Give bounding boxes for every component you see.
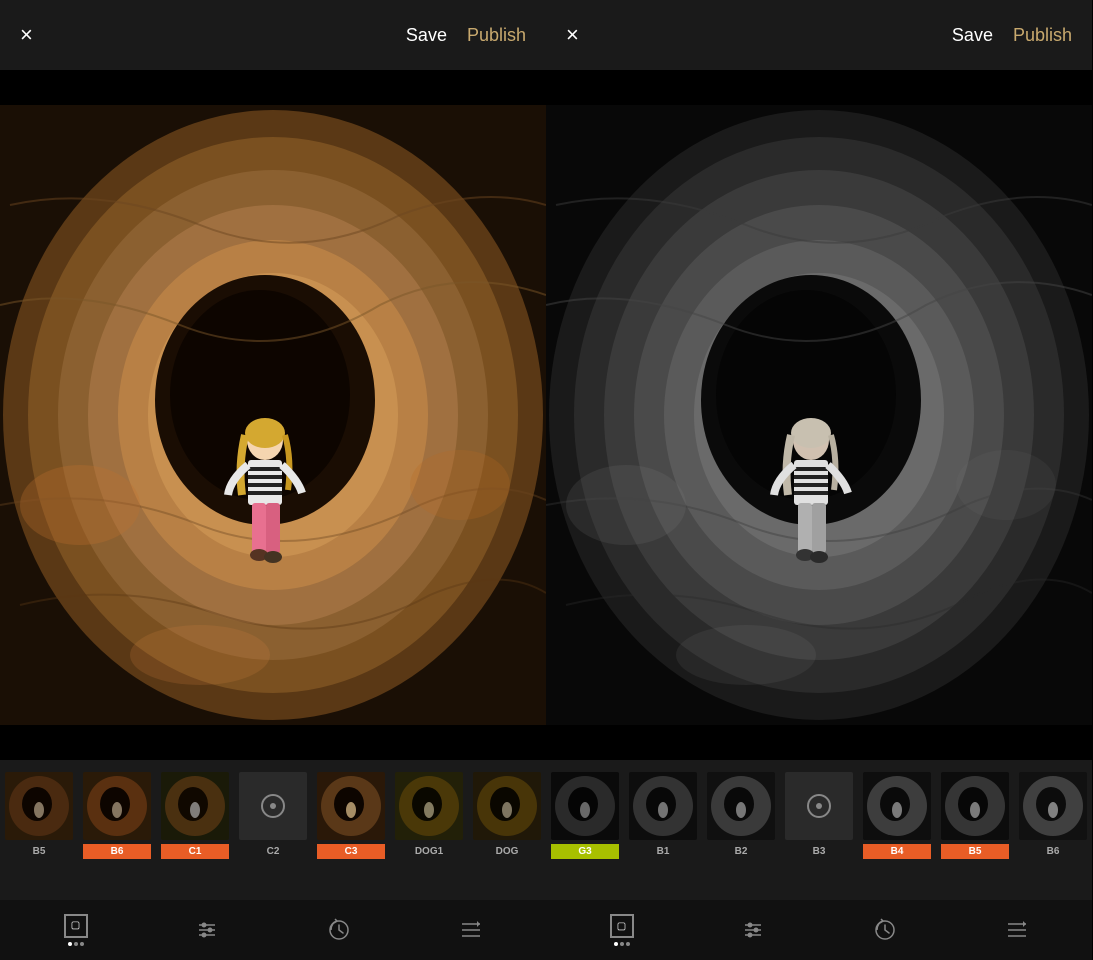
filter-item-B5-right[interactable]: B5	[936, 772, 1014, 859]
filter-thumb-B3-right	[785, 772, 853, 840]
filter-thumb-B6-right	[1019, 772, 1087, 840]
filter-thumb-DOG2-left	[473, 772, 541, 840]
photos-icon-right: ▢	[610, 914, 634, 938]
dot-2-left	[74, 942, 78, 946]
selector-circle-icon	[261, 794, 285, 818]
dot-1-right	[614, 942, 618, 946]
left-publish-button[interactable]: Publish	[467, 25, 526, 46]
left-filter-scroll[interactable]: B5 B6 C1	[0, 760, 546, 870]
right-publish-button[interactable]: Publish	[1013, 25, 1072, 46]
right-bottom-toolbar: ▢	[546, 900, 1092, 960]
right-filter-scroll[interactable]: G3 B1 B2	[546, 760, 1092, 870]
filter-label-B1-right: B1	[629, 844, 697, 859]
selector-circle-icon-right	[807, 794, 831, 818]
right-header: × Save Publish	[546, 0, 1092, 70]
right-adjust-button[interactable]	[741, 918, 765, 942]
filter-label-B2-right: B2	[707, 844, 775, 859]
left-header: × Save Publish	[0, 0, 546, 70]
left-header-actions: Save Publish	[406, 25, 526, 46]
dot-3-right	[626, 942, 630, 946]
filter-thumb-B4-right	[863, 772, 931, 840]
right-close-button[interactable]: ×	[566, 24, 579, 46]
filter-item-B4-right[interactable]: B4	[858, 772, 936, 859]
presets-icon-right	[1005, 918, 1029, 942]
filter-thumb-B5-right	[941, 772, 1009, 840]
left-history-button[interactable]	[326, 917, 352, 943]
filter-thumb-B2-right	[707, 772, 775, 840]
selector-dot-icon-right	[816, 803, 822, 809]
filter-item-C2-left[interactable]: C2	[234, 772, 312, 859]
filter-thumb-G3-right	[551, 772, 619, 840]
filter-thumb-C2-left	[239, 772, 307, 840]
filter-label-B3-right: B3	[785, 844, 853, 859]
filter-item-B3-right[interactable]: B3	[780, 772, 858, 859]
filter-thumb-B6-left	[83, 772, 151, 840]
filter-thumb-C3-left	[317, 772, 385, 840]
adjust-icon-left	[195, 918, 219, 942]
filter-label-B6-right: B6	[1019, 844, 1087, 859]
left-bottom-toolbar: ▢	[0, 900, 546, 960]
filter-item-DOG1-left[interactable]: DOG1	[390, 772, 468, 859]
filter-thumb-C1-left	[161, 772, 229, 840]
filter-item-B1-right[interactable]: B1	[624, 772, 702, 859]
history-icon-left	[326, 917, 352, 943]
left-panel: × Save Publish	[0, 0, 546, 960]
left-filter-strip: B5 B6 C1	[0, 760, 546, 900]
filter-thumb-B1-right	[629, 772, 697, 840]
left-photos-button[interactable]: ▢	[64, 914, 88, 946]
right-image-area	[546, 70, 1092, 760]
filter-label-B4-right: B4	[863, 844, 931, 859]
right-header-actions: Save Publish	[952, 25, 1072, 46]
history-icon-right	[872, 917, 898, 943]
dot-2-right	[620, 942, 624, 946]
photos-dots-left	[68, 942, 84, 946]
presets-icon-left	[459, 918, 483, 942]
filter-label-B6-left: B6	[83, 844, 151, 859]
left-photo	[0, 70, 546, 760]
filter-label-DOG2-left: DOG	[473, 844, 541, 859]
left-image-area	[0, 70, 546, 760]
filter-label-C2-left: C2	[239, 844, 307, 859]
left-close-button[interactable]: ×	[20, 24, 33, 46]
filter-item-B5-left[interactable]: B5	[0, 772, 78, 859]
right-filter-strip: G3 B1 B2	[546, 760, 1092, 900]
filter-label-C1-left: C1	[161, 844, 229, 859]
filter-label-B5-right: B5	[941, 844, 1009, 859]
right-presets-button[interactable]	[1005, 918, 1029, 942]
right-history-button[interactable]	[872, 917, 898, 943]
photos-icon-left: ▢	[64, 914, 88, 938]
filter-item-B6-right[interactable]: B6	[1014, 772, 1092, 859]
filter-item-C3-left[interactable]: C3	[312, 772, 390, 859]
filter-label-G3-right: G3	[551, 844, 619, 859]
filter-item-B2-right[interactable]: B2	[702, 772, 780, 859]
left-adjust-button[interactable]	[195, 918, 219, 942]
selector-dot-icon	[270, 803, 276, 809]
left-presets-button[interactable]	[459, 918, 483, 942]
left-save-button[interactable]: Save	[406, 25, 447, 46]
filter-item-G3-right[interactable]: G3	[546, 772, 624, 859]
photos-dots-right	[614, 942, 630, 946]
right-panel: × Save Publish	[546, 0, 1092, 960]
dot-3-left	[80, 942, 84, 946]
filter-label-B5-left: B5	[5, 844, 73, 859]
filter-label-DOG1-left: DOG1	[395, 844, 463, 859]
dot-1-left	[68, 942, 72, 946]
filter-item-C1-left[interactable]: C1	[156, 772, 234, 859]
adjust-icon-right	[741, 918, 765, 942]
filter-thumb-B5-left	[5, 772, 73, 840]
filter-item-DOG2-left[interactable]: DOG	[468, 772, 546, 859]
filter-thumb-DOG1-left	[395, 772, 463, 840]
right-save-button[interactable]: Save	[952, 25, 993, 46]
right-photos-button[interactable]: ▢	[610, 914, 634, 946]
filter-label-C3-left: C3	[317, 844, 385, 859]
filter-item-B6-left[interactable]: B6	[78, 772, 156, 859]
right-photo	[546, 70, 1092, 760]
